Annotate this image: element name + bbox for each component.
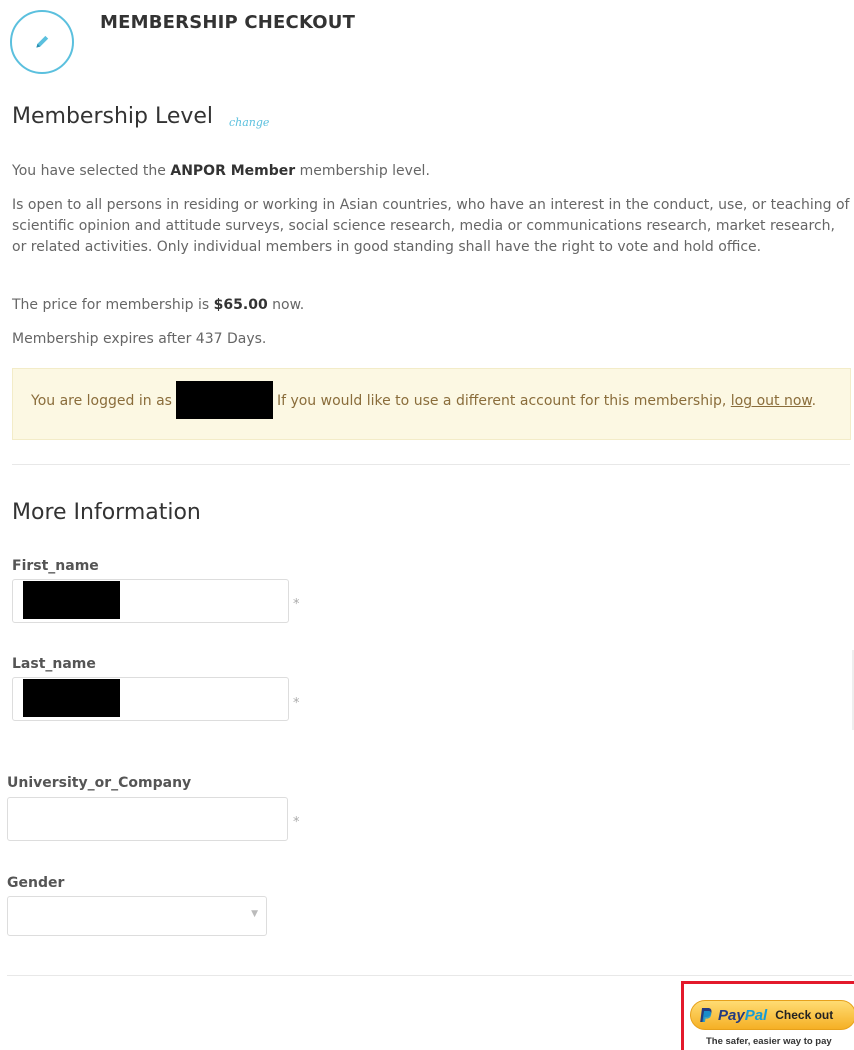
checkout-page: MEMBERSHIP CHECKOUT Membership Level cha…: [0, 0, 854, 1050]
expiration-text: Membership expires after 437 Days.: [12, 331, 267, 347]
page-title: MEMBERSHIP CHECKOUT: [100, 12, 356, 33]
divider: [12, 464, 850, 465]
paypal-highlight: Pay Pal Check out The safer, easier way t…: [681, 981, 854, 1050]
change-level-link[interactable]: change: [229, 116, 269, 129]
paypal-button-label: Check out: [775, 1008, 834, 1022]
level-name: ANPOR Member: [170, 163, 296, 179]
more-information-heading: More Information: [12, 500, 201, 525]
university-label: University_or_Company: [7, 775, 192, 791]
required-marker: *: [293, 597, 300, 612]
university-input[interactable]: [7, 797, 288, 841]
logout-link[interactable]: log out now: [731, 393, 812, 409]
paypal-brand-pal: Pal: [744, 1006, 768, 1024]
login-notice: You are logged in as If you would like to…: [12, 368, 851, 440]
last-name-label: Last_name: [12, 656, 96, 672]
gender-label: Gender: [7, 875, 65, 891]
level-description: Is open to all persons in residing or wo…: [12, 197, 850, 255]
required-marker: *: [293, 815, 300, 830]
paypal-brand-pay: Pay: [718, 1006, 745, 1024]
required-marker: *: [293, 696, 300, 711]
price-value: $65.00: [213, 297, 268, 313]
redacted-username: [175, 381, 273, 419]
gender-select[interactable]: ▼: [7, 896, 267, 936]
divider: [7, 975, 852, 976]
membership-level-heading: Membership Level: [12, 104, 214, 129]
first-name-label: First_name: [12, 558, 99, 574]
redacted-first-name: [23, 581, 120, 619]
chevron-down-icon: ▼: [251, 909, 258, 919]
last-name-input[interactable]: [12, 677, 289, 721]
selected-level-text: You have selected the ANPOR Member membe…: [12, 163, 430, 179]
paypal-logo-icon: [700, 1008, 712, 1022]
paypal-checkout-button[interactable]: Pay Pal Check out: [690, 1000, 854, 1030]
redacted-last-name: [23, 679, 120, 717]
pencil-icon: [10, 10, 74, 74]
paypal-tagline: The safer, easier way to pay: [706, 1036, 832, 1047]
first-name-input[interactable]: [12, 579, 289, 623]
price-text: The price for membership is $65.00 now.: [12, 297, 305, 313]
